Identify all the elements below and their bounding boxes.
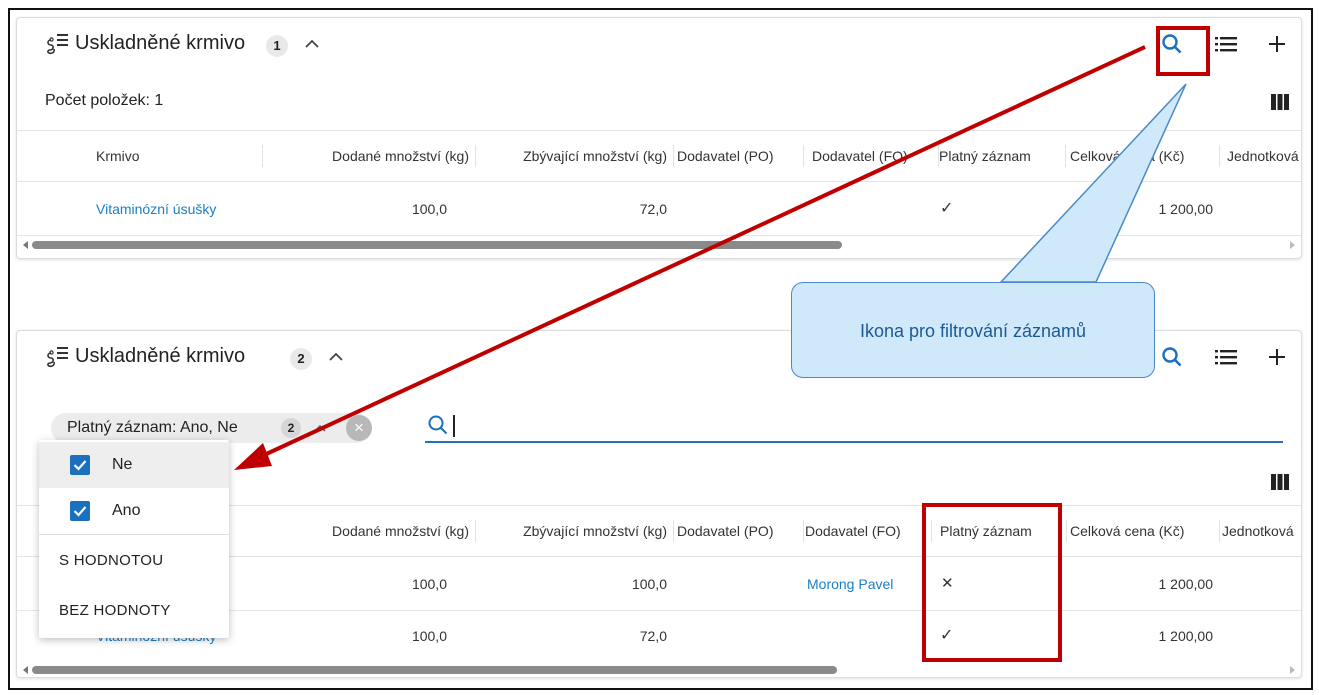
option-with-value[interactable]: S HODNOTOU [39, 538, 229, 584]
option-label: BEZ HODNOTY [59, 602, 171, 619]
total-price: 1 200,00 [1158, 628, 1214, 644]
remaining-amount: 72,0 [639, 628, 667, 644]
filter-chip-label: Platný záznam: Ano, Ne [67, 419, 238, 436]
arrow-right-icon[interactable] [1290, 241, 1295, 249]
filter-chip[interactable]: Platný záznam: Ano, Ne 2 × [51, 413, 371, 443]
option-ano[interactable]: Ano [39, 488, 229, 534]
add-button[interactable] [1263, 30, 1291, 58]
total-price: 1 200,00 [1158, 576, 1214, 592]
panel-count-badge: 1 [266, 35, 288, 57]
column-header[interactable]: Jednotková [1222, 506, 1301, 556]
columns-icon[interactable] [1271, 94, 1289, 110]
worm-list-icon [47, 347, 68, 368]
chevron-up-icon[interactable] [325, 346, 347, 368]
callout-text: Ikona pro filtrování záznamů [859, 321, 1087, 341]
column-header[interactable]: Dodavatel (PO) [677, 131, 804, 181]
checkbox-checked-icon[interactable] [70, 455, 90, 475]
callout-bubble: Ikona pro filtrování záznamů [791, 282, 1155, 378]
supplier-fo-link[interactable]: Morong Pavel [807, 559, 893, 609]
highlight-valid-column-box [922, 503, 1062, 662]
panel-title: Uskladněné krmivo [75, 345, 246, 367]
column-header[interactable]: Zbývající množství (kg) [479, 506, 674, 556]
highlight-search-box [1156, 26, 1210, 76]
list-view-button[interactable] [1212, 343, 1240, 371]
list-icon [1215, 37, 1237, 52]
plus-icon [1269, 36, 1285, 52]
clear-circle-icon[interactable]: × [346, 415, 372, 441]
divider [39, 534, 229, 535]
filter-chip-count: 2 [281, 418, 301, 438]
column-header[interactable]: Zbývající množství (kg) [479, 131, 674, 181]
add-button[interactable] [1263, 343, 1291, 371]
total-price: 1 200,00 [1158, 201, 1214, 217]
column-header[interactable]: Dodavatel (FO) [805, 506, 932, 556]
column-header[interactable]: Platný záznam [939, 131, 1066, 181]
arrow-left-icon[interactable] [23, 666, 28, 674]
option-label: Ano [112, 502, 141, 519]
delivered-amount: 100,0 [411, 201, 447, 217]
option-without-value[interactable]: BEZ HODNOTY [39, 588, 229, 634]
column-header[interactable]: Krmivo [96, 131, 263, 181]
search-button[interactable] [1158, 343, 1186, 371]
plus-icon [1269, 349, 1285, 365]
worm-list-icon [47, 34, 68, 55]
feed-name-link[interactable]: Vitaminózní úsušky [96, 184, 216, 234]
valid-record-check-icon: ✓ [940, 200, 954, 217]
remaining-amount: 100,0 [631, 576, 667, 592]
option-label: S HODNOTOU [59, 552, 164, 569]
delivered-amount: 100,0 [411, 576, 447, 592]
column-header[interactable]: Dodané množství (kg) [263, 131, 476, 181]
column-header[interactable]: Dodané množství (kg) [263, 506, 476, 556]
checkbox-checked-icon[interactable] [70, 501, 90, 521]
column-header[interactable]: Celková cena (Kč) [1070, 506, 1220, 556]
item-count: Počet položek: 1 [45, 92, 164, 109]
scrollbar-thumb[interactable] [32, 241, 842, 249]
panel-header: Uskladněné krmivo 1 [17, 18, 1301, 74]
filter-search [425, 411, 1283, 443]
search-icon [1162, 347, 1182, 367]
search-icon [428, 415, 448, 435]
list-view-button[interactable] [1212, 30, 1240, 58]
chevron-up-icon[interactable] [313, 422, 327, 434]
column-header[interactable]: Jednotková [1227, 131, 1301, 181]
option-label: Ne [112, 456, 133, 473]
panel-count-badge: 2 [290, 348, 312, 370]
column-header[interactable]: Celková cena (Kč) [1070, 131, 1220, 181]
chevron-up-icon[interactable] [301, 33, 323, 55]
remaining-amount: 72,0 [639, 201, 667, 217]
table-header: Krmivo Dodané množství (kg) Zbývající mn… [17, 130, 1301, 182]
delivered-amount: 100,0 [411, 628, 447, 644]
columns-icon[interactable] [1271, 474, 1289, 490]
list-icon [1215, 350, 1237, 365]
arrow-right-icon[interactable] [1290, 666, 1295, 674]
search-input[interactable] [453, 411, 1253, 441]
scrollbar-thumb[interactable] [32, 666, 837, 674]
table-row[interactable]: Vitaminózní úsušky 100,0 72,0 ✓ 1 200,00 [17, 184, 1301, 236]
arrow-left-icon[interactable] [23, 241, 28, 249]
column-header[interactable]: Dodavatel (FO) [812, 131, 939, 181]
option-ne[interactable]: Ne [39, 442, 229, 488]
panel-title: Uskladněné krmivo [75, 32, 246, 54]
horizontal-scrollbar[interactable] [17, 663, 1301, 677]
panel-top: Uskladněné krmivo 1 Počet položek: 1 Krm… [16, 17, 1302, 259]
filter-options-dropdown: Ne Ano S HODNOTOU BEZ HODNOTY [39, 440, 229, 638]
column-header[interactable]: Dodavatel (PO) [677, 506, 804, 556]
horizontal-scrollbar[interactable] [17, 238, 1301, 252]
